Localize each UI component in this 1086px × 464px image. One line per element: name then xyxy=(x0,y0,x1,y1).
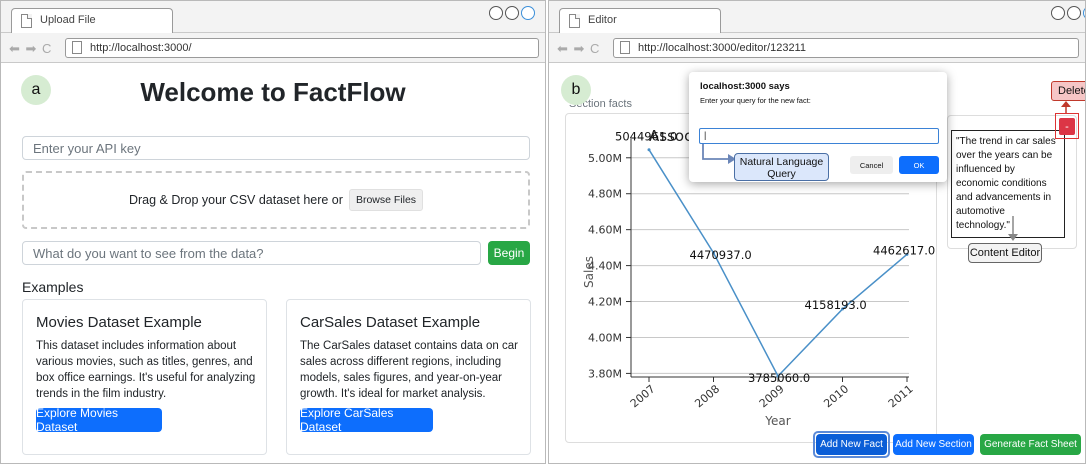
card-title: CarSales Dataset Example xyxy=(300,314,481,331)
panel-label-b: b xyxy=(561,75,591,105)
window-control-icon[interactable] xyxy=(521,6,535,20)
data-point xyxy=(647,148,651,152)
arrow-connector xyxy=(1061,101,1071,113)
url-field[interactable]: http://localhost:3000/editor/123211 xyxy=(613,38,1079,58)
api-key-input[interactable]: Enter your API key xyxy=(22,136,530,160)
x-tick-label: 2011 xyxy=(886,382,916,410)
url-text: http://localhost:3000/ xyxy=(90,42,192,54)
carsales-example-card: CarSales Dataset Example The CarSales da… xyxy=(286,299,531,455)
examples-heading: Examples xyxy=(22,279,84,295)
url-text: http://localhost:3000/editor/123211 xyxy=(638,42,806,54)
data-label: 4462617.0 xyxy=(873,243,935,257)
explore-carsales-button[interactable]: Explore CarSales Dataset xyxy=(300,406,433,434)
data-query-input[interactable]: What do you want to see from the data? xyxy=(22,241,481,265)
data-label: 3785060.0 xyxy=(748,371,810,385)
address-bar-row: ⬅ ➡ C http://localhost:3000/ xyxy=(1,33,545,63)
csv-drop-zone[interactable]: Drag & Drop your CSV dataset here or Bro… xyxy=(22,171,530,229)
window-control-icon[interactable] xyxy=(489,6,503,20)
dialog-message: Enter your query for the new fact: xyxy=(700,96,811,105)
dialog-ok-button[interactable]: OK xyxy=(899,156,939,174)
card-title: Movies Dataset Example xyxy=(36,314,202,331)
window-controls xyxy=(489,6,535,20)
arrow-connector xyxy=(702,144,736,164)
nlq-label: Natural Language Query xyxy=(734,153,829,181)
data-label: 5044961.0 xyxy=(615,130,677,144)
window-control-icon[interactable] xyxy=(505,6,519,20)
y-tick-label: 4.20M xyxy=(588,296,622,309)
y-tick-label: 4.60M xyxy=(588,224,622,237)
address-bar-row: ⬅ ➡ C http://localhost:3000/editor/12321… xyxy=(549,33,1085,63)
browser-tab[interactable]: Upload File xyxy=(11,8,173,33)
dialog-query-input[interactable]: | xyxy=(699,128,939,144)
content-editor-label: Content Editor xyxy=(968,243,1042,263)
data-label: 4158193.0 xyxy=(805,298,867,312)
nav-arrows-icon[interactable]: ⬅ ➡ C xyxy=(557,41,600,57)
y-tick-label: 5.00M xyxy=(588,152,622,165)
nav-arrows-icon[interactable]: ⬅ ➡ C xyxy=(9,41,52,57)
url-field[interactable]: http://localhost:3000/ xyxy=(65,38,539,58)
generate-fact-sheet-button[interactable]: Generate Fact Sheet xyxy=(980,434,1081,455)
window-control-icon[interactable] xyxy=(1067,6,1081,20)
browse-files-button[interactable]: Browse Files xyxy=(348,189,424,211)
data-label: 4470937.0 xyxy=(690,248,752,262)
document-icon xyxy=(21,14,32,28)
add-new-section-button[interactable]: Add New Section xyxy=(893,434,974,455)
series-line xyxy=(648,149,908,378)
begin-button[interactable]: Begin xyxy=(488,241,530,265)
delete-label: Delete xyxy=(1051,81,1085,101)
x-tick-label: 2010 xyxy=(821,382,851,410)
x-axis-label: Year xyxy=(764,414,790,428)
x-tick-label: 2007 xyxy=(628,382,658,410)
y-tick-label: 4.00M xyxy=(588,331,622,344)
dialog-title: localhost:3000 says xyxy=(700,81,790,92)
movies-example-card: Movies Dataset Example This dataset incl… xyxy=(22,299,267,455)
y-tick-label: 4.80M xyxy=(588,188,622,201)
window-controls xyxy=(1051,6,1085,20)
document-icon xyxy=(72,41,82,54)
browser-tab[interactable]: Editor xyxy=(559,8,721,33)
arrow-connector xyxy=(1008,216,1018,241)
window-control-icon[interactable] xyxy=(1051,6,1065,20)
delete-fact-button[interactable]: - xyxy=(1059,118,1075,135)
card-description: The CarSales dataset contains data on ca… xyxy=(300,340,518,400)
right-browser-window: Editor ⬅ ➡ C http://localhost:3000/edito… xyxy=(548,0,1086,464)
drop-zone-text: Drag & Drop your CSV dataset here or xyxy=(128,193,343,207)
y-tick-label: 3.80M xyxy=(588,367,622,380)
tab-title: Editor xyxy=(588,14,617,26)
dialog-cancel-button[interactable]: Cancel xyxy=(850,156,893,174)
left-browser-window: Upload File ⬅ ➡ C http://localhost:3000/… xyxy=(0,0,546,464)
page-title: Welcome to FactFlow xyxy=(140,77,406,107)
document-icon xyxy=(620,41,630,54)
tab-title: Upload File xyxy=(40,14,96,26)
x-tick-label: 2008 xyxy=(692,382,722,410)
tab-bar: Editor xyxy=(549,1,1085,33)
card-description: This dataset includes information about … xyxy=(36,340,256,400)
explore-movies-button[interactable]: Explore Movies Dataset xyxy=(36,406,162,434)
add-new-fact-button[interactable]: Add New Fact xyxy=(816,434,887,455)
document-icon xyxy=(569,14,580,28)
x-tick-label: 2009 xyxy=(757,382,787,410)
tab-bar: Upload File xyxy=(1,1,545,33)
y-axis-label: Sales xyxy=(582,256,596,288)
